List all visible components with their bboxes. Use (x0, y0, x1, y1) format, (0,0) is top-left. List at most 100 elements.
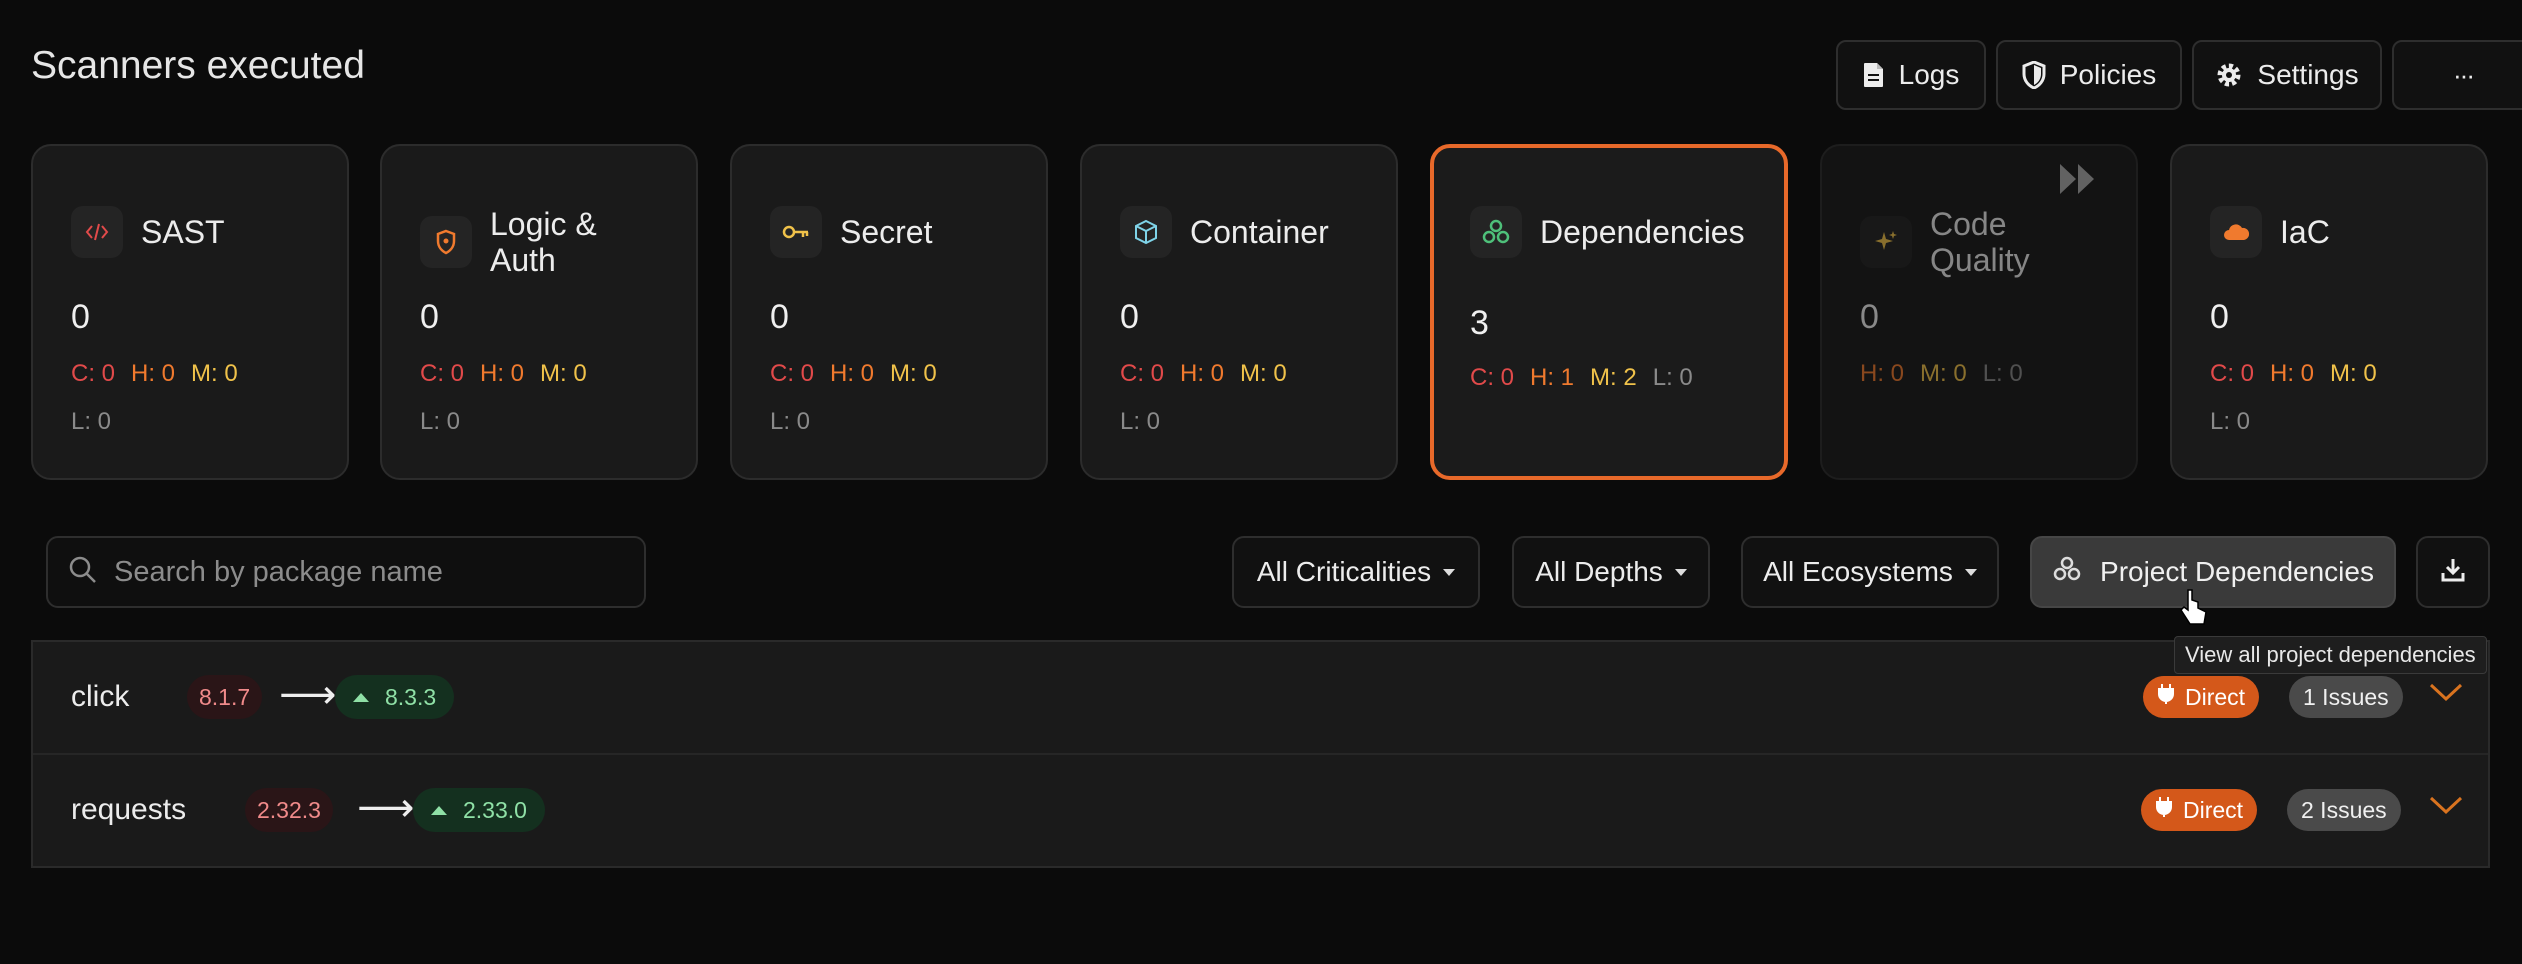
plug-icon (2157, 683, 2175, 711)
high-count: H: 0 (480, 360, 525, 387)
cloud-icon (2210, 206, 2262, 258)
latest-version-badge: 2.33.0 (413, 788, 545, 832)
dependencies-icon (1470, 206, 1522, 258)
download-icon (2440, 557, 2466, 588)
high-count: H: 0 (1860, 360, 1905, 387)
arrow-right-icon: ⟶ (357, 786, 415, 830)
ecosystem-filter-label: All Ecosystems (1763, 556, 1953, 587)
shield-icon (420, 216, 472, 268)
low-count: L: 0 (1982, 360, 2023, 387)
scanner-label: IaC (2280, 214, 2330, 250)
direct-badge: Direct (2143, 676, 2260, 718)
key-icon (770, 206, 822, 258)
scanner-count: 0 (420, 298, 439, 336)
high-count: H: 0 (1180, 360, 1225, 387)
latest-version-text: 8.3.3 (385, 683, 437, 710)
critical-count: C: 0 (770, 360, 815, 387)
medium-count: M: 0 (1920, 360, 1967, 387)
chevron-down-icon[interactable] (2429, 682, 2463, 707)
fast-forward-icon (2058, 162, 2098, 201)
sparkle-icon (1860, 216, 1912, 268)
more-icon: ··· (2453, 59, 2475, 90)
search-box[interactable] (46, 536, 646, 608)
arrow-right-icon: ⟶ (279, 673, 337, 717)
scanner-card-dependencies[interactable]: Dependencies 3 C: 0 H: 1 M: 2 L: 0 (1430, 144, 1788, 480)
scanner-card-container[interactable]: Container 0 C: 0 H: 0 M: 0 L: 0 (1080, 144, 1398, 480)
direct-label: Direct (2185, 683, 2246, 710)
table-row[interactable]: requests 2.32.3 ⟶ 2.33.0 Direct 2 Issues (33, 753, 2488, 865)
scanner-count: 0 (1120, 298, 1139, 336)
medium-count: M: 0 (890, 360, 937, 387)
scanner-card-iac[interactable]: IaC 0 C: 0 H: 0 M: 0 L: 0 (2170, 144, 2488, 480)
low-count: L: 0 (1652, 364, 1693, 391)
critical-count: C: 0 (1120, 360, 1165, 387)
logs-button[interactable]: Logs (1836, 40, 1986, 110)
direct-badge: Direct (2141, 789, 2258, 831)
low-count: L: 0 (71, 408, 112, 435)
more-options-button[interactable]: ··· (2392, 40, 2522, 110)
latest-version-text: 2.33.0 (463, 796, 527, 823)
low-count: L: 0 (2210, 408, 2251, 435)
scanner-label: Secret (840, 214, 933, 250)
pointer-cursor-icon (2180, 588, 2208, 633)
gear-icon (2215, 61, 2243, 89)
download-button[interactable] (2416, 536, 2490, 608)
medium-count: M: 0 (191, 360, 238, 387)
depth-filter[interactable]: All Depths (1512, 536, 1710, 608)
scanner-count: 0 (71, 298, 90, 336)
dependencies-table: click 8.1.7 ⟶ 8.3.3 Direct 1 Issues requ… (31, 640, 2490, 868)
document-icon (1863, 62, 1885, 88)
tooltip: View all project dependencies (2174, 636, 2487, 674)
medium-count: M: 0 (540, 360, 587, 387)
caret-down-icon (1964, 568, 1977, 576)
page-title: Scanners executed (31, 44, 365, 87)
medium-count: M: 0 (1240, 360, 1287, 387)
project-dependencies-label: Project Dependencies (2100, 556, 2374, 587)
scanner-card-logic-auth[interactable]: Logic & Auth 0 C: 0 H: 0 M: 0 L: 0 (380, 144, 698, 480)
caret-down-icon (1674, 568, 1687, 576)
latest-version-badge: 8.3.3 (335, 675, 455, 719)
scanner-card-code-quality[interactable]: Code Quality 0 H: 0 M: 0 L: 0 (1820, 144, 2138, 480)
chevron-down-icon[interactable] (2429, 795, 2463, 820)
package-name: click (71, 680, 130, 713)
scanner-card-secret[interactable]: Secret 0 C: 0 H: 0 M: 0 L: 0 (730, 144, 1048, 480)
project-dependencies-button[interactable]: Project Dependencies (2030, 536, 2396, 608)
critical-count: C: 0 (1470, 364, 1515, 391)
issues-badge: 2 Issues (2287, 789, 2401, 831)
package-name: requests (71, 793, 187, 826)
scanner-label: Logic & Auth (490, 206, 597, 278)
box-icon (1120, 206, 1172, 258)
scanner-count: 0 (1860, 298, 1879, 336)
medium-count: M: 2 (1590, 364, 1637, 391)
low-count: L: 0 (770, 408, 811, 435)
direct-label: Direct (2183, 796, 2244, 823)
medium-count: M: 0 (2330, 360, 2377, 387)
high-count: H: 0 (131, 360, 176, 387)
scanner-count: 0 (770, 298, 789, 336)
settings-button[interactable]: Settings (2192, 40, 2382, 110)
criticality-filter[interactable]: All Criticalities (1232, 536, 1480, 608)
high-count: H: 0 (2270, 360, 2315, 387)
current-version-badge: 2.32.3 (245, 788, 333, 832)
high-count: H: 1 (1530, 364, 1575, 391)
table-row[interactable]: click 8.1.7 ⟶ 8.3.3 Direct 1 Issues (33, 642, 2488, 752)
high-count: H: 0 (830, 360, 875, 387)
search-icon (68, 555, 98, 590)
scanner-card-sast[interactable]: SAST 0 C: 0 H: 0 M: 0 L: 0 (31, 144, 349, 480)
policies-label: Policies (2059, 59, 2157, 90)
issues-badge: 1 Issues (2289, 676, 2403, 718)
code-icon (71, 206, 123, 258)
dependencies-icon (2052, 555, 2082, 590)
search-input[interactable] (112, 554, 636, 590)
shield-icon (2022, 61, 2046, 89)
critical-count: C: 0 (2210, 360, 2255, 387)
scanner-count: 0 (2210, 298, 2229, 336)
ecosystem-filter[interactable]: All Ecosystems (1741, 536, 1999, 608)
scanner-label: Container (1190, 214, 1329, 250)
low-count: L: 0 (420, 408, 461, 435)
scanner-label: SAST (141, 214, 225, 250)
policies-button[interactable]: Policies (1996, 40, 2182, 110)
critical-count: C: 0 (420, 360, 465, 387)
arrow-up-icon (431, 805, 447, 815)
caret-down-icon (1443, 568, 1456, 576)
